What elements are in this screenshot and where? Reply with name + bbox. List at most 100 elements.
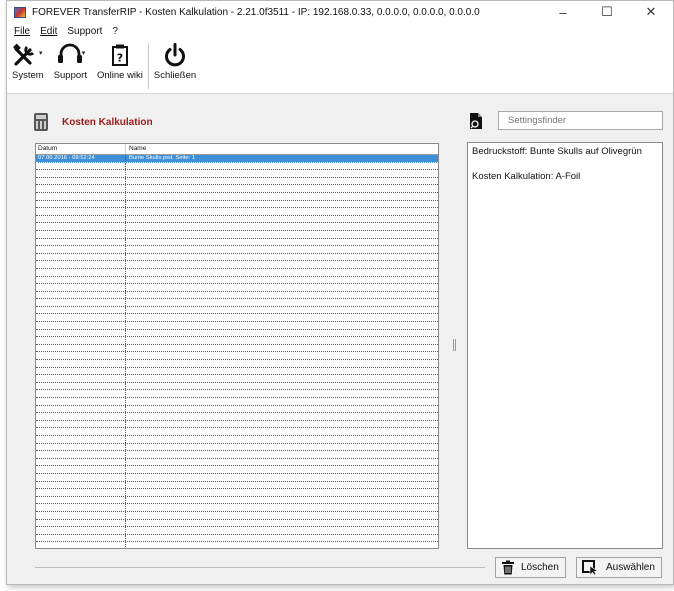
- table-row[interactable]: [36, 208, 438, 216]
- cell-name: [126, 390, 129, 397]
- table-row[interactable]: [36, 200, 438, 209]
- cell-date: [36, 314, 126, 322]
- table-row[interactable]: [36, 329, 438, 338]
- table-row[interactable]: [36, 223, 438, 231]
- table-row[interactable]: [36, 466, 438, 474]
- table-row[interactable]: [36, 360, 438, 368]
- cell-date: [36, 481, 126, 489]
- power-icon: [165, 43, 185, 67]
- table-row[interactable]: [36, 405, 438, 414]
- panel-splitter-handle[interactable]: [453, 339, 456, 351]
- app-window: FOREVER TransferRIP - Kosten Kalkulation…: [6, 0, 674, 585]
- cell-date: [36, 435, 126, 443]
- table-row[interactable]: [36, 398, 438, 406]
- table-row[interactable]: [36, 367, 438, 376]
- table-row[interactable]: [36, 192, 438, 201]
- table-row[interactable]: [36, 390, 438, 398]
- table-row[interactable]: [36, 261, 438, 269]
- cell-date: [36, 253, 126, 261]
- table-row[interactable]: [36, 496, 438, 505]
- table-row[interactable]: [36, 481, 438, 490]
- table-row[interactable]: [36, 473, 438, 482]
- file-search-icon: [470, 112, 482, 129]
- column-header-name[interactable]: Name: [126, 144, 146, 154]
- table-row[interactable]: [36, 246, 438, 254]
- cell-date: [36, 489, 126, 496]
- table-row[interactable]: [36, 284, 438, 292]
- table-row[interactable]: [36, 428, 438, 436]
- table-row[interactable]: [36, 511, 438, 520]
- table-row[interactable]: [36, 489, 438, 497]
- menu-edit[interactable]: Edit: [35, 26, 62, 37]
- table-row[interactable]: [36, 314, 438, 323]
- cell-name: [126, 246, 129, 253]
- system-button[interactable]: ▾ System: [7, 39, 49, 81]
- table-row[interactable]: [36, 375, 438, 383]
- cell-date: [36, 185, 126, 192]
- select-button[interactable]: Auswählen: [576, 557, 662, 578]
- maximize-button[interactable]: ☐: [585, 1, 629, 23]
- close-window-button[interactable]: ✕: [629, 1, 673, 23]
- table-row[interactable]: [36, 253, 438, 262]
- settingsfinder-input[interactable]: [498, 111, 663, 130]
- table-row[interactable]: [36, 322, 438, 330]
- table-row[interactable]: [36, 215, 438, 224]
- table-row[interactable]: [36, 435, 438, 444]
- title-bar[interactable]: FOREVER TransferRIP - Kosten Kalkulation…: [7, 1, 673, 23]
- table-row[interactable]: [36, 185, 438, 193]
- table-row[interactable]: [36, 344, 438, 353]
- table-row[interactable]: [36, 542, 438, 548]
- table-row[interactable]: [36, 230, 438, 239]
- table-row[interactable]: [36, 337, 438, 345]
- close-app-label: Schließen: [153, 70, 197, 81]
- menu-help[interactable]: ?: [107, 26, 123, 37]
- cell-name: [126, 216, 129, 223]
- online-wiki-button[interactable]: ? Online wiki: [92, 39, 148, 81]
- cell-name: [126, 277, 129, 284]
- table-row[interactable]: [36, 382, 438, 391]
- table-row[interactable]: [36, 268, 438, 277]
- info-panel: Bedruckstoff: Bunte Skulls auf Olivegrün…: [467, 142, 663, 549]
- table-row[interactable]: [36, 170, 438, 178]
- info-material-line: Bedruckstoff: Bunte Skulls auf Olivegrün: [472, 146, 642, 157]
- cell-name: [126, 375, 129, 382]
- table-row[interactable]: [36, 443, 438, 452]
- table-row[interactable]: [36, 451, 438, 459]
- cell-date: [36, 534, 126, 542]
- close-app-button[interactable]: Schließen: [149, 39, 201, 81]
- cell-name: [126, 284, 129, 291]
- menu-support[interactable]: Support: [62, 26, 107, 37]
- table-row[interactable]: [36, 162, 438, 171]
- history-table[interactable]: Datum Name 07.06.2016 - 09:52:24 Bunte S…: [35, 143, 439, 549]
- cell-name: [126, 345, 129, 352]
- svg-text:?: ?: [117, 52, 123, 65]
- cell-name: [126, 406, 129, 413]
- table-row[interactable]: [36, 519, 438, 528]
- table-row[interactable]: [36, 306, 438, 315]
- cell-name: [126, 163, 129, 170]
- table-row[interactable]: [36, 534, 438, 543]
- cell-date: [36, 413, 126, 420]
- table-row[interactable]: [36, 291, 438, 300]
- cell-name: [126, 520, 129, 527]
- table-row[interactable]: [36, 299, 438, 307]
- calculator-icon: [34, 113, 48, 131]
- menu-file[interactable]: File: [7, 26, 35, 37]
- table-row[interactable]: [36, 238, 438, 247]
- table-row[interactable]: [36, 177, 438, 186]
- table-row[interactable]: [36, 420, 438, 429]
- delete-button[interactable]: Löschen: [495, 557, 566, 578]
- table-row[interactable]: [36, 413, 438, 421]
- table-row[interactable]: 07.06.2016 - 09:52:24 Bunte Skulls.psd, …: [36, 155, 438, 163]
- column-header-datum[interactable]: Datum: [36, 144, 126, 154]
- table-row[interactable]: [36, 276, 438, 285]
- table-row[interactable]: [36, 504, 438, 512]
- minimize-button[interactable]: –: [541, 1, 585, 23]
- table-row[interactable]: [36, 527, 438, 535]
- cell-name: [126, 489, 129, 496]
- table-row[interactable]: [36, 352, 438, 361]
- support-button[interactable]: ▾ Support: [49, 39, 92, 81]
- table-row[interactable]: [36, 458, 438, 467]
- cell-date: [36, 329, 126, 337]
- cell-name: [126, 239, 129, 246]
